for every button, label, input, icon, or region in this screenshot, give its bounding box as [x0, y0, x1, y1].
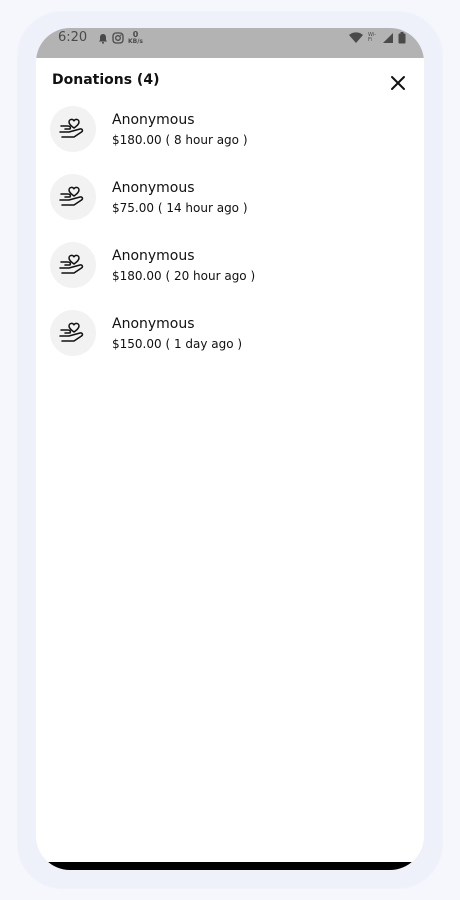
- close-icon: [391, 76, 405, 90]
- donation-meta: $180.00 ( 20 hour ago ): [112, 269, 255, 284]
- donation-amount: $180.00: [112, 133, 162, 147]
- status-right-icons: Wi-Fi: [348, 30, 406, 46]
- donation-meta: $180.00 ( 8 hour ago ): [112, 133, 248, 148]
- notification-bell-icon: [98, 29, 108, 48]
- avatar: [50, 242, 96, 288]
- app-screen: 6:20 0 KB/s Wi-Fi Donations (4) Anonymou…: [36, 28, 424, 870]
- list-item: Anonymous $75.00 ( 14 hour ago ): [36, 171, 424, 239]
- list-item: Anonymous $180.00 ( 8 hour ago ): [36, 103, 424, 171]
- list-item: Anonymous $150.00 ( 1 day ago ): [36, 307, 424, 375]
- donation-list: Anonymous $180.00 ( 8 hour ago ) Anonymo…: [36, 103, 424, 375]
- donor-name: Anonymous: [112, 180, 195, 196]
- donation-time: ( 20 hour ago ): [165, 269, 256, 283]
- hand-heart-icon: [59, 254, 84, 274]
- home-indicator-bar: [36, 862, 424, 870]
- wifi-icon: [348, 29, 364, 48]
- avatar: [50, 310, 96, 356]
- donation-meta: $75.00 ( 14 hour ago ): [112, 201, 248, 216]
- status-bar: 6:20 0 KB/s Wi-Fi: [36, 28, 424, 58]
- donor-name: Anonymous: [112, 316, 195, 332]
- status-time: 6:20: [58, 30, 88, 45]
- instagram-icon: [112, 29, 124, 48]
- signal-icon: [382, 29, 394, 48]
- avatar: [50, 106, 96, 152]
- network-speed: 0 KB/s: [128, 31, 143, 45]
- hand-heart-icon: [59, 118, 84, 138]
- battery-icon: [398, 29, 406, 48]
- hand-heart-icon: [59, 186, 84, 206]
- hand-heart-icon: [59, 322, 84, 342]
- donor-name: Anonymous: [112, 112, 195, 128]
- close-button[interactable]: [386, 71, 410, 95]
- page-title: Donations (4): [52, 72, 160, 88]
- donation-time: ( 14 hour ago ): [157, 201, 248, 215]
- donation-time: ( 8 hour ago ): [165, 133, 248, 147]
- status-left-icons: 0 KB/s: [98, 30, 143, 46]
- wifi-label: Wi-Fi: [368, 32, 377, 43]
- donations-header: Donations (4): [36, 58, 424, 106]
- donor-name: Anonymous: [112, 248, 195, 264]
- donation-amount: $150.00: [112, 337, 162, 351]
- donation-meta: $150.00 ( 1 day ago ): [112, 337, 242, 352]
- list-item: Anonymous $180.00 ( 20 hour ago ): [36, 239, 424, 307]
- donation-time: ( 1 day ago ): [165, 337, 243, 351]
- donation-amount: $180.00: [112, 269, 162, 283]
- donation-amount: $75.00: [112, 201, 154, 215]
- avatar: [50, 174, 96, 220]
- network-speed-unit: KB/s: [128, 38, 143, 45]
